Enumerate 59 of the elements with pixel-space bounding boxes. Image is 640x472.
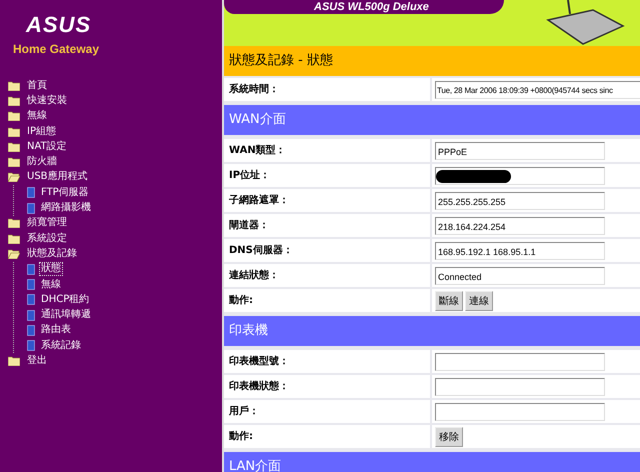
input-field[interactable]: PPPoE <box>435 142 605 160</box>
field-label: 動作: <box>224 425 430 448</box>
menu-item[interactable]: 無線 <box>25 109 49 124</box>
input-field[interactable]: 218.164.224.254 <box>435 216 605 234</box>
page-icon <box>27 187 35 198</box>
menu-item[interactable]: 首頁 <box>25 78 49 93</box>
page-title: 狀態及記錄 - 狀態 <box>224 46 640 76</box>
model-banner: ASUS WL500g Deluxe <box>224 0 504 14</box>
section-header: LAN介面 <box>224 452 640 472</box>
menu-item[interactable]: 無線 <box>39 278 63 292</box>
menu-item[interactable]: 系統設定 <box>25 232 69 246</box>
menu-item[interactable]: IP組態 <box>25 124 58 139</box>
menu-item[interactable]: 登出 <box>25 354 49 368</box>
input-field[interactable] <box>435 352 605 370</box>
input-field[interactable]: 255.255.255.255 <box>435 192 605 210</box>
menu-item[interactable]: FTP伺服器 <box>39 186 91 200</box>
field-label: 系統時間： <box>224 78 430 101</box>
menu-item[interactable]: 網路攝影機 <box>39 201 93 216</box>
field-label: WAN類型： <box>224 139 430 162</box>
menu-item[interactable]: 路由表 <box>39 323 73 338</box>
field-label: IP位址： <box>224 164 430 187</box>
field-label: 印表機型號： <box>224 350 430 373</box>
action-button[interactable]: 連線 <box>465 290 493 310</box>
menu-item[interactable]: 防火牆 <box>25 155 59 170</box>
menu-item[interactable]: 頻寬管理 <box>25 216 69 230</box>
input-field[interactable]: 168.95.192.1 168.95.1.1 <box>435 242 605 260</box>
menu-item[interactable]: 快速安裝 <box>25 94 69 108</box>
menu-item[interactable]: NAT設定 <box>25 140 69 154</box>
page-icon <box>27 340 35 352</box>
section-header: 印表機 <box>224 316 640 346</box>
menu-item[interactable]: USB應用程式 <box>25 170 90 184</box>
page-icon <box>27 324 35 336</box>
section-header: WAN介面 <box>224 105 640 135</box>
input-field[interactable] <box>435 378 605 396</box>
input-field[interactable] <box>435 402 605 420</box>
field-label: DNS伺服器： <box>224 239 430 262</box>
field-label: 用戶： <box>224 400 430 423</box>
action-button[interactable]: 移除 <box>435 426 463 446</box>
menu-item[interactable]: 狀態及記錄 <box>25 246 79 261</box>
page-icon <box>27 294 35 306</box>
page-icon <box>27 279 35 290</box>
field-label: 印表機狀態： <box>224 375 430 398</box>
action-button[interactable]: 斷線 <box>435 290 463 310</box>
page-icon <box>27 310 35 321</box>
field-label: 連結狀態： <box>224 264 430 287</box>
menu-item[interactable]: 通訊埠轉遞 <box>39 308 93 322</box>
home-gateway-title: Home Gateway <box>13 42 100 56</box>
field-label: 閘道器： <box>224 214 430 237</box>
field-label: 子網路遮罩： <box>224 189 430 212</box>
logo: ASUS <box>26 12 92 38</box>
system-time-field[interactable]: Tue, 28 Mar 2006 18:09:39 +0800(945744 secs sinc <box>435 80 640 98</box>
page-icon <box>27 202 35 214</box>
page-icon <box>27 264 35 275</box>
menu-item[interactable]: DHCP租約 <box>39 292 92 307</box>
menu-item[interactable]: 系統記錄 <box>39 338 83 353</box>
input-field[interactable] <box>435 166 605 184</box>
field-label: 動作: <box>224 289 430 312</box>
input-field[interactable]: Connected <box>435 266 605 284</box>
menu-item[interactable]: 狀態 <box>39 262 63 276</box>
